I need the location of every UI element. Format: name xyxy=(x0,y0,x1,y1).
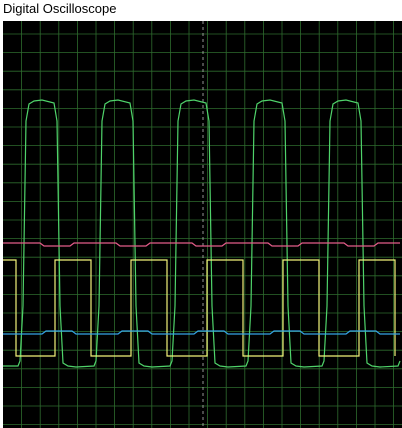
scope-display[interactable] xyxy=(3,21,402,428)
screen-background xyxy=(3,21,402,428)
scope-canvas xyxy=(3,21,402,428)
title-bar: Digital Oscilloscope xyxy=(0,0,402,19)
scope-frame xyxy=(0,19,402,428)
oscilloscope-window: Digital Oscilloscope xyxy=(0,0,402,428)
window-title: Digital Oscilloscope xyxy=(3,1,117,16)
grid xyxy=(3,21,402,428)
